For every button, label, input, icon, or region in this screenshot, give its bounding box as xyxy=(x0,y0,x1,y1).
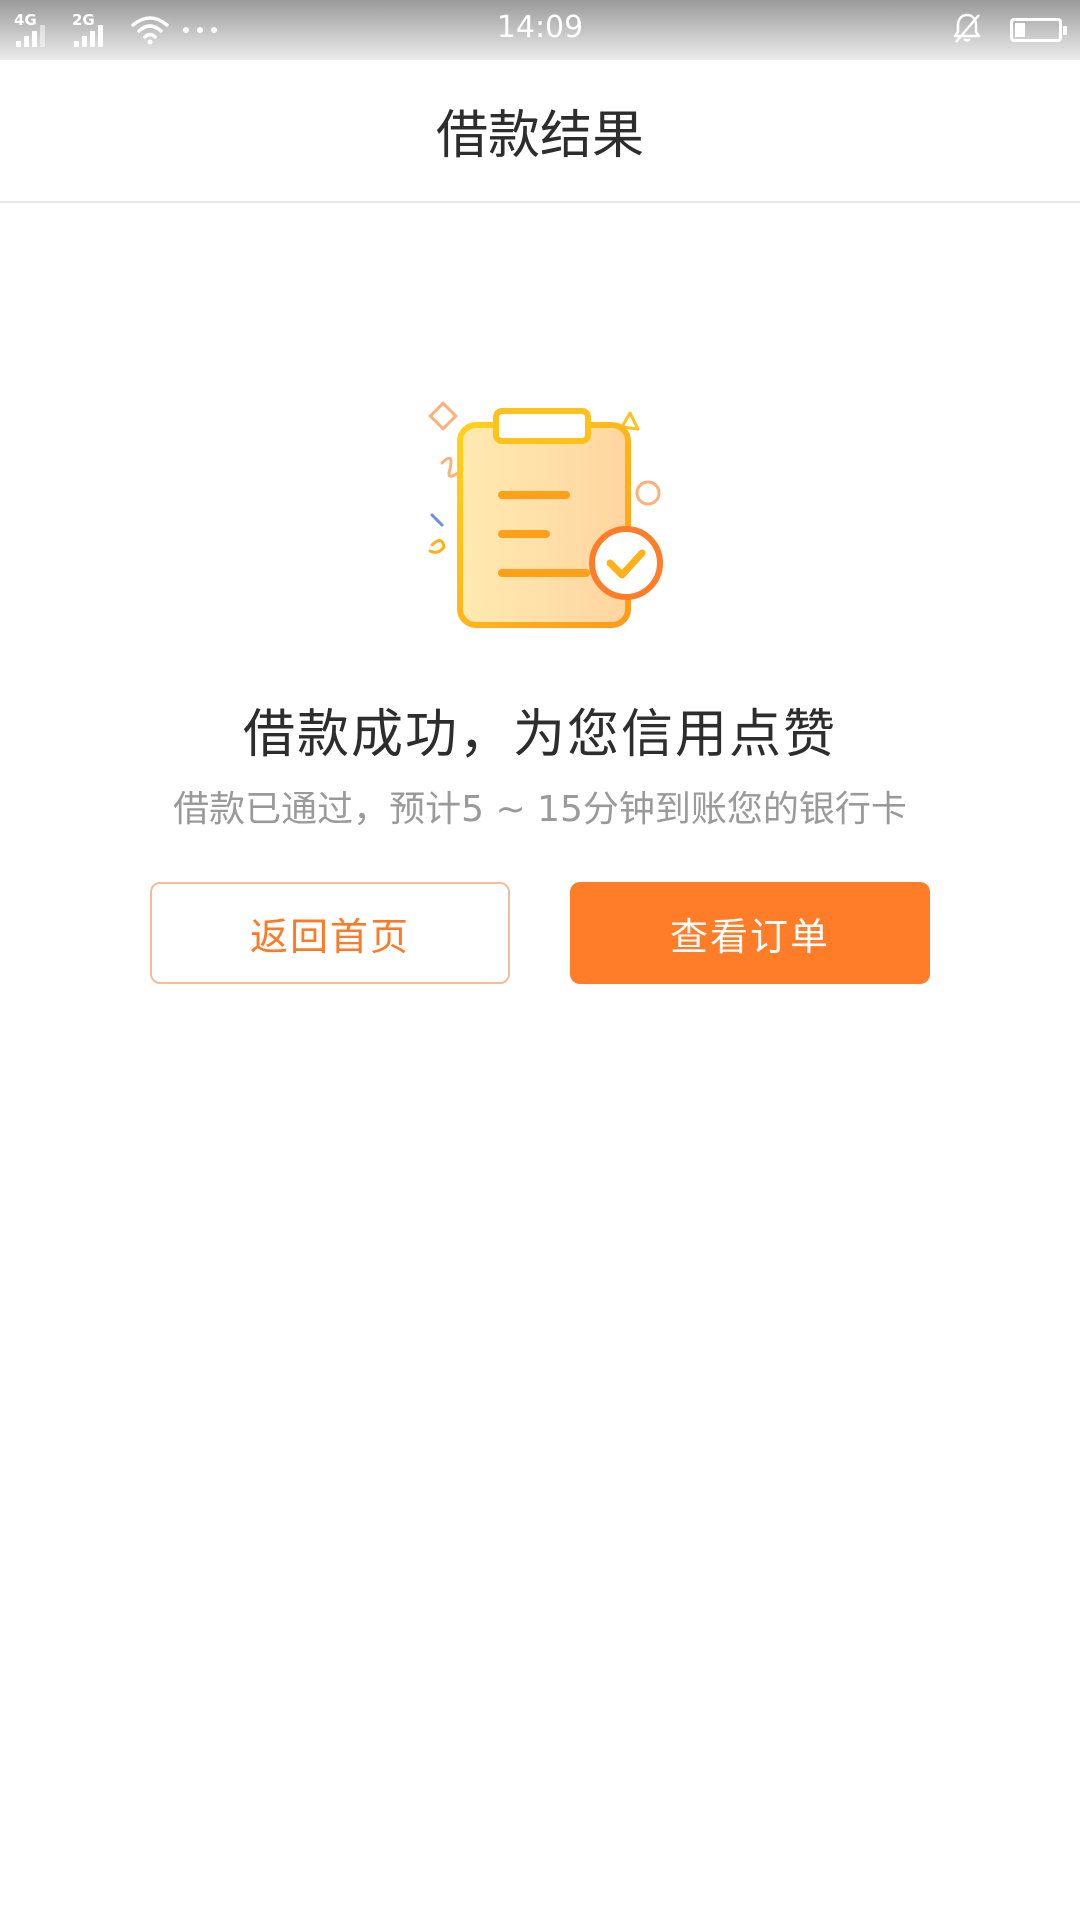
status-time: 14:09 xyxy=(496,10,584,45)
success-title: 借款成功，为您信用点赞 xyxy=(242,705,837,765)
status-bar: 4G 2G 14:09 xyxy=(0,0,1080,60)
page-title: 借款结果 xyxy=(435,106,644,166)
status-right-group xyxy=(952,12,1067,48)
clipboard-check-icon xyxy=(420,395,670,635)
battery-icon xyxy=(1010,18,1067,42)
success-subtitle: 借款已通过，预计5 ~ 15分钟到账您的银行卡 xyxy=(173,789,907,830)
back-home-button[interactable]: 返回首页 xyxy=(150,882,510,984)
view-order-button[interactable]: 查看订单 xyxy=(570,882,930,984)
header-bar: 借款结果 xyxy=(0,60,1080,203)
bell-off-icon xyxy=(952,12,982,48)
